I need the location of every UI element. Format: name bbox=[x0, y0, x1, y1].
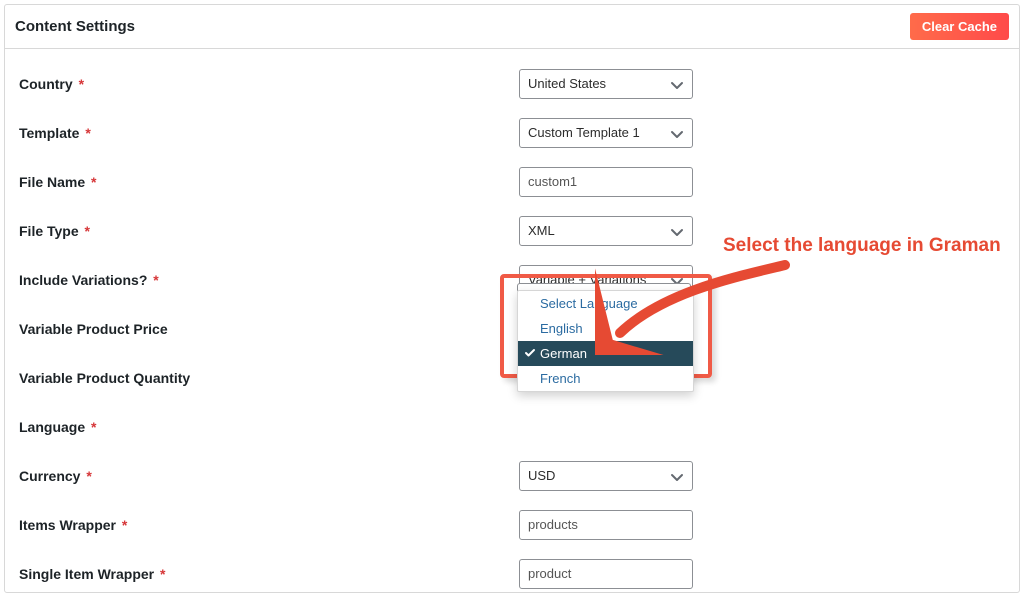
label-single-item-wrapper: Single Item Wrapper * bbox=[19, 566, 519, 582]
items-wrapper-input[interactable] bbox=[519, 510, 693, 540]
chevron-down-icon bbox=[668, 125, 686, 143]
label-variable-product-quantity-text: Variable Product Quantity bbox=[19, 370, 190, 386]
required-marker: * bbox=[79, 76, 84, 92]
language-option-german-label: German bbox=[540, 346, 587, 361]
country-select-value: United States bbox=[528, 76, 606, 91]
row-single-item-wrapper: Single Item Wrapper * bbox=[19, 549, 1005, 598]
required-marker: * bbox=[85, 223, 90, 239]
required-marker: * bbox=[86, 468, 91, 484]
language-option-french[interactable]: French bbox=[518, 366, 693, 391]
single-item-wrapper-input[interactable] bbox=[519, 559, 693, 589]
row-template: Template * Custom Template 1 bbox=[19, 108, 1005, 157]
chevron-down-icon bbox=[668, 468, 686, 486]
label-include-variations: Include Variations? * bbox=[19, 272, 519, 288]
currency-select[interactable]: USD bbox=[519, 461, 693, 491]
label-include-variations-text: Include Variations? bbox=[19, 272, 147, 288]
row-items-wrapper: Items Wrapper * bbox=[19, 500, 1005, 549]
label-file-name-text: File Name bbox=[19, 174, 85, 190]
label-variable-product-price-text: Variable Product Price bbox=[19, 321, 168, 337]
language-option-english[interactable]: English bbox=[518, 316, 693, 341]
label-file-name: File Name * bbox=[19, 174, 519, 190]
required-marker: * bbox=[160, 566, 165, 582]
card-header: Content Settings Clear Cache bbox=[5, 5, 1019, 49]
required-marker: * bbox=[153, 272, 158, 288]
annotation-text: Select the language in Graman bbox=[723, 235, 1001, 257]
label-file-type: File Type * bbox=[19, 223, 519, 239]
form-area: Country * United States Template * Custo… bbox=[5, 49, 1019, 598]
required-marker: * bbox=[122, 517, 127, 533]
check-icon bbox=[524, 346, 536, 358]
content-settings-card: Content Settings Clear Cache Country * U… bbox=[4, 4, 1020, 593]
required-marker: * bbox=[91, 174, 96, 190]
label-country: Country * bbox=[19, 76, 519, 92]
language-option-placeholder[interactable]: Select Language bbox=[518, 291, 693, 316]
label-template: Template * bbox=[19, 125, 519, 141]
file-type-select[interactable]: XML bbox=[519, 216, 693, 246]
label-currency: Currency * bbox=[19, 468, 519, 484]
label-items-wrapper: Items Wrapper * bbox=[19, 517, 519, 533]
chevron-down-icon bbox=[668, 76, 686, 94]
clear-cache-button[interactable]: Clear Cache bbox=[910, 13, 1009, 40]
label-language-text: Language bbox=[19, 419, 85, 435]
row-variable-product-price: Variable Product Price First Variation P… bbox=[19, 304, 1005, 353]
row-include-variations: Include Variations? * Variable + Variati… bbox=[19, 255, 1005, 304]
label-variable-product-quantity: Variable Product Quantity bbox=[19, 370, 519, 386]
language-option-german[interactable]: German bbox=[518, 341, 693, 366]
label-file-type-text: File Type bbox=[19, 223, 79, 239]
label-language: Language * bbox=[19, 419, 519, 435]
file-name-input[interactable] bbox=[519, 167, 693, 197]
template-select-value: Custom Template 1 bbox=[528, 125, 640, 140]
label-single-item-wrapper-text: Single Item Wrapper bbox=[19, 566, 154, 582]
country-select[interactable]: United States bbox=[519, 69, 693, 99]
file-type-select-value: XML bbox=[528, 223, 555, 238]
chevron-down-icon bbox=[668, 223, 686, 241]
row-variable-product-quantity: Variable Product Quantity bbox=[19, 353, 1005, 402]
label-country-text: Country bbox=[19, 76, 73, 92]
row-file-name: File Name * bbox=[19, 157, 1005, 206]
currency-select-value: USD bbox=[528, 468, 555, 483]
row-country: Country * United States bbox=[19, 59, 1005, 108]
required-marker: * bbox=[85, 125, 90, 141]
template-select[interactable]: Custom Template 1 bbox=[519, 118, 693, 148]
label-variable-product-price: Variable Product Price bbox=[19, 321, 519, 337]
label-currency-text: Currency bbox=[19, 468, 80, 484]
row-currency: Currency * USD bbox=[19, 451, 1005, 500]
language-dropdown-panel: Select Language English German French bbox=[517, 290, 694, 392]
required-marker: * bbox=[91, 419, 96, 435]
row-language: Language * bbox=[19, 402, 1005, 451]
label-items-wrapper-text: Items Wrapper bbox=[19, 517, 116, 533]
page-title: Content Settings bbox=[15, 18, 135, 35]
label-template-text: Template bbox=[19, 125, 79, 141]
